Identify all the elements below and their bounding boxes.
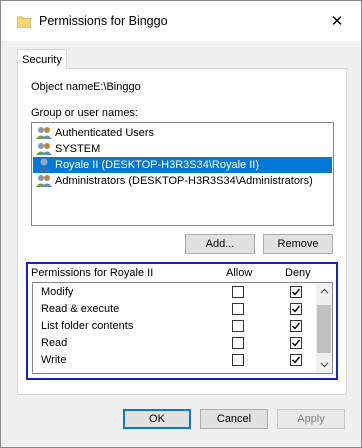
deny-checkbox[interactable]	[290, 337, 302, 349]
scroll-up-button[interactable]	[316, 283, 332, 299]
group-user-list[interactable]: Authenticated Users SYSTEM Royale II (DE…	[31, 122, 334, 226]
scrollbar-thumb[interactable]	[317, 305, 331, 353]
close-button[interactable]: ✕	[319, 6, 355, 36]
allow-checkbox[interactable]	[232, 337, 244, 349]
folder-icon	[17, 16, 31, 28]
list-item-label: SYSTEM	[55, 143, 101, 155]
ok-button[interactable]: OK	[123, 409, 191, 429]
list-item[interactable]: SYSTEM	[33, 141, 332, 157]
permission-name: Read	[41, 337, 68, 349]
list-item[interactable]: Administrators (DESKTOP-H3R3S34\Administ…	[33, 173, 332, 189]
add-button[interactable]: Add...	[185, 234, 255, 254]
permission-name: List folder contents	[41, 320, 134, 332]
permissions-dialog: Permissions for Binggo ✕ Security Object…	[0, 0, 362, 448]
list-item[interactable]: Royale II (DESKTOP-H3R3S34\Royale II)	[33, 157, 332, 173]
allow-checkbox[interactable]	[232, 320, 244, 332]
allow-column-header: Allow	[226, 267, 253, 279]
object-name-value: E:\Binggo	[93, 81, 141, 93]
permissions-scrollbar[interactable]	[316, 283, 332, 373]
list-item[interactable]: Authenticated Users	[33, 125, 332, 141]
list-item-label: Royale II (DESKTOP-H3R3S34\Royale II)	[55, 159, 259, 171]
checkmark-icon	[292, 339, 301, 347]
user-icon	[38, 158, 50, 172]
allow-checkbox[interactable]	[232, 354, 244, 366]
group-users-icon	[36, 175, 52, 187]
chevron-up-icon	[320, 288, 328, 294]
allow-checkbox[interactable]	[232, 303, 244, 315]
permissions-header: Permissions for Royale II	[31, 267, 154, 279]
deny-checkbox[interactable]	[290, 303, 302, 315]
checkmark-icon	[292, 288, 301, 296]
cancel-button[interactable]: Cancel	[200, 409, 268, 429]
checkmark-icon	[292, 322, 301, 330]
scroll-down-button[interactable]	[316, 357, 332, 373]
allow-checkbox[interactable]	[232, 286, 244, 298]
apply-button[interactable]: Apply	[277, 409, 345, 429]
permissions-list: Modify Read & execute List folder conten…	[32, 282, 333, 374]
list-item-label: Administrators (DESKTOP-H3R3S34\Administ…	[55, 175, 313, 187]
tab-security-label: Security	[22, 53, 62, 66]
checkmark-icon	[292, 356, 301, 364]
permission-row: Modify	[33, 284, 317, 301]
security-panel: Object name: E:\Binggo Group or user nam…	[17, 68, 347, 395]
list-item-label: Authenticated Users	[55, 127, 155, 139]
tab-security[interactable]: Security	[17, 49, 67, 69]
deny-column-header: Deny	[285, 267, 311, 279]
permission-row: List folder contents	[33, 318, 317, 335]
chevron-down-icon	[320, 362, 328, 368]
group-users-icon	[36, 127, 52, 139]
group-names-label: Group or user names:	[31, 107, 138, 119]
permission-row: Write	[33, 352, 317, 369]
permission-row: Read	[33, 335, 317, 352]
permission-name: Write	[41, 354, 67, 366]
object-name-label: Object name:	[31, 81, 97, 93]
deny-checkbox[interactable]	[290, 286, 302, 298]
permissions-section: Permissions for Royale II Allow Deny Mod…	[26, 262, 338, 380]
checkmark-icon	[292, 305, 301, 313]
deny-checkbox[interactable]	[290, 354, 302, 366]
close-icon: ✕	[330, 13, 344, 30]
window-title: Permissions for Binggo	[39, 14, 168, 28]
remove-button[interactable]: Remove	[263, 234, 333, 254]
title-bar: Permissions for Binggo ✕	[1, 1, 361, 41]
deny-checkbox[interactable]	[290, 320, 302, 332]
group-users-icon	[36, 143, 52, 155]
permission-name: Modify	[41, 286, 74, 298]
permission-row: Read & execute	[33, 301, 317, 318]
permission-name: Read & execute	[41, 303, 120, 315]
